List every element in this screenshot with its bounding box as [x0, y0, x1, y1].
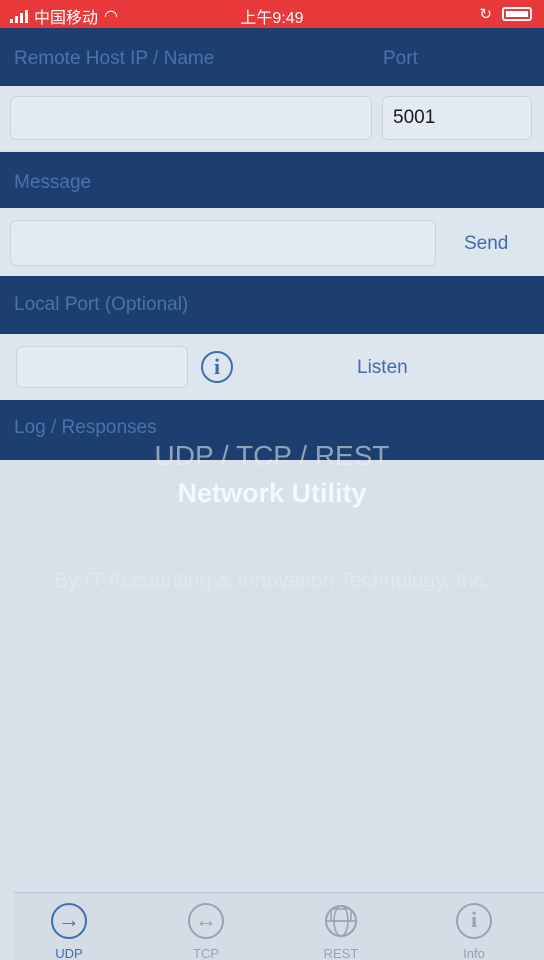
tab-info[interactable]: i Info: [424, 893, 524, 960]
tab-udp[interactable]: → UDP: [19, 893, 119, 960]
port-label: Port: [383, 48, 418, 69]
tcp-double-arrow-icon: ↔: [188, 903, 224, 939]
remote-host-label: Remote Host IP / Name: [14, 48, 215, 69]
log-label: Log / Responses: [14, 417, 157, 438]
message-label: Message: [14, 172, 92, 193]
orientation-lock-icon: ↻: [479, 6, 492, 23]
rest-globe-icon: [325, 905, 357, 937]
local-port-row: i Listen: [0, 334, 544, 400]
udp-arrow-icon: →: [51, 903, 87, 939]
tab-label: REST: [323, 946, 359, 960]
local-port-label: Local Port (Optional): [14, 294, 189, 315]
splash-subtitle: UDP / TCP / REST: [154, 440, 390, 471]
info-icon[interactable]: i: [201, 351, 233, 383]
status-bar: 中国移动 ◠ 上午9:49 ↻: [0, 0, 544, 28]
tab-rest[interactable]: REST: [291, 893, 391, 960]
port-input[interactable]: 5001: [382, 96, 532, 140]
status-right: ↻: [479, 5, 532, 23]
tab-tcp[interactable]: ↔ TCP: [156, 893, 256, 960]
local-port-input[interactable]: [16, 346, 188, 388]
tab-label: TCP: [193, 946, 219, 960]
status-time: 上午9:49: [240, 10, 304, 27]
tab-label: UDP: [55, 946, 83, 960]
log-area: [0, 460, 544, 892]
send-button[interactable]: Send: [464, 233, 508, 255]
tab-bar: → UDP ↔ TCP REST i Info: [14, 892, 544, 960]
info-tab-icon: i: [456, 903, 492, 939]
tab-label: Info: [463, 946, 485, 960]
remote-host-row: 5001: [0, 86, 544, 150]
message-header: Message: [0, 152, 544, 208]
listen-button[interactable]: Listen: [357, 357, 408, 379]
battery-icon: [502, 7, 532, 21]
splash-byline: By IT Accounting & Innovation Technology…: [54, 569, 490, 592]
local-port-header: Local Port (Optional): [0, 276, 544, 334]
message-input[interactable]: [10, 220, 436, 266]
remote-host-header: Remote Host IP / Name Port: [0, 28, 544, 86]
remote-host-input[interactable]: [10, 96, 372, 140]
splash-title: Network Utility: [177, 478, 367, 508]
message-row: Send: [0, 208, 544, 276]
